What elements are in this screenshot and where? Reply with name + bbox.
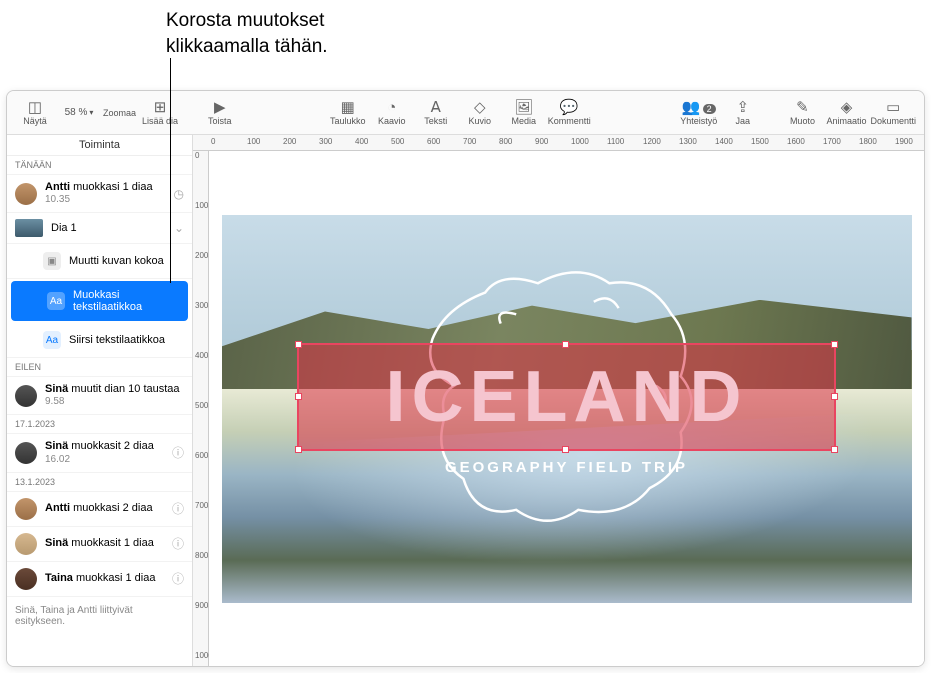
zoom-label: Zoomaa — [103, 93, 136, 133]
activity-row[interactable]: Sinä muokkasit 1 diaa ⓘ — [7, 527, 192, 562]
share-button[interactable]: ⇪Jaa — [723, 93, 763, 133]
activity-row[interactable]: Taina muokkasi 1 diaa ⓘ — [7, 562, 192, 597]
activity-row[interactable]: Sinä muutit dian 10 taustaa9.58 — [7, 377, 192, 415]
play-icon: ▶ — [214, 100, 226, 115]
section-date: 17.1.2023 — [7, 415, 192, 434]
info-icon[interactable]: ⓘ — [172, 444, 184, 461]
avatar — [15, 533, 37, 555]
document-button[interactable]: ▭Dokumentti — [870, 93, 916, 133]
chevron-down-icon: ▾ — [89, 108, 93, 117]
change-item-selected[interactable]: Aa Muokkasi tekstilaatikkoa — [11, 281, 188, 321]
share-icon: ⇪ — [736, 100, 749, 115]
media-button[interactable]: 🖼Media — [504, 93, 544, 133]
toolbar: ◫Näytä 58 %▾ Zoomaa ⊞Lisää dia ▶Toista ▦… — [7, 91, 924, 135]
text-button[interactable]: 𝖠Teksti — [416, 93, 456, 133]
sidebar-footer: Sinä, Taina ja Antti liittyivät esitykse… — [7, 597, 192, 635]
image-icon: ▣ — [43, 252, 61, 270]
zoom-button[interactable]: 58 %▾ — [59, 93, 99, 133]
app-window: ◫Näytä 58 %▾ Zoomaa ⊞Lisää dia ▶Toista ▦… — [6, 90, 925, 667]
change-item[interactable]: ▣ Muutti kuvan kokoa — [7, 244, 192, 279]
info-icon[interactable]: ⓘ — [172, 500, 184, 517]
add-slide-icon: ⊞ — [154, 100, 167, 115]
comment-icon: 💬 — [560, 100, 579, 115]
chart-icon: ◔ — [387, 100, 396, 115]
section-date: 13.1.2023 — [7, 473, 192, 492]
animate-button[interactable]: ◈Animaatio — [826, 93, 866, 133]
info-icon[interactable]: ⓘ — [172, 535, 184, 552]
text-icon: 𝖠 — [431, 100, 441, 115]
ruler-vertical: 01002003004005006007008009001000 — [193, 151, 209, 666]
slide-thumb — [15, 219, 43, 237]
callout-line — [170, 58, 171, 283]
slide-title: ICELAND — [385, 356, 747, 438]
slide-row[interactable]: Dia 1 ⌄ — [7, 213, 192, 244]
clock-icon: ◷ — [174, 187, 184, 201]
chevron-down-icon[interactable]: ⌄ — [174, 221, 184, 235]
slide[interactable]: ICELAND GEOGRAPHY FIELD TRIP — [222, 215, 912, 603]
sidebar-title: Toiminta — [7, 135, 192, 156]
info-icon[interactable]: ⓘ — [172, 570, 184, 587]
callout-annotation: Korosta muutokset klikkaamalla tähän. — [166, 8, 328, 59]
avatar — [15, 183, 37, 205]
slide-subtitle[interactable]: GEOGRAPHY FIELD TRIP — [222, 459, 912, 476]
ruler-horizontal: 0100200300400500600700800900100011001200… — [193, 135, 924, 151]
format-button[interactable]: ✎Muoto — [782, 93, 822, 133]
people-icon: 👥2 — [682, 100, 716, 115]
section-yesterday: Eilen — [7, 358, 192, 377]
activity-row[interactable]: Antti muokkasi 2 diaa ⓘ — [7, 492, 192, 527]
collab-button[interactable]: 👥2Yhteistyö — [679, 93, 719, 133]
table-button[interactable]: ▦Taulukko — [328, 93, 368, 133]
shape-icon: ◇ — [474, 100, 486, 115]
avatar — [15, 498, 37, 520]
view-button[interactable]: ◫Näytä — [15, 93, 55, 133]
text-aa-icon: Aa — [43, 331, 61, 349]
media-icon: 🖼 — [514, 100, 533, 115]
section-today: TÄNÄÄN — [7, 156, 192, 175]
text-aa-icon: Aa — [47, 292, 65, 310]
brush-icon: ✎ — [796, 100, 809, 115]
change-item[interactable]: Aa Siirsi tekstilaatikkoa — [7, 323, 192, 358]
activity-sidebar: Toiminta TÄNÄÄN Antti muokkasi 1 diaa10.… — [7, 135, 193, 666]
comment-button[interactable]: 💬Kommentti — [548, 93, 591, 133]
table-icon: ▦ — [341, 100, 355, 115]
canvas[interactable]: 0100200300400500600700800900100011001200… — [193, 135, 924, 666]
doc-icon: ▭ — [886, 100, 900, 115]
add-slide-button[interactable]: ⊞Lisää dia — [140, 93, 180, 133]
title-textbox[interactable]: ICELAND — [297, 343, 835, 452]
avatar — [15, 442, 37, 464]
diamond-icon: ◈ — [841, 100, 853, 115]
avatar — [15, 385, 37, 407]
activity-row[interactable]: Sinä muokkasit 2 diaa16.02 ⓘ — [7, 434, 192, 472]
play-button[interactable]: ▶Toista — [200, 93, 240, 133]
sidebar-icon: ◫ — [28, 100, 42, 115]
avatar — [15, 568, 37, 590]
chart-button[interactable]: ◔Kaavio — [372, 93, 412, 133]
shape-button[interactable]: ◇Kuvio — [460, 93, 500, 133]
activity-row[interactable]: Antti muokkasi 1 diaa10.35 ◷ — [7, 175, 192, 213]
